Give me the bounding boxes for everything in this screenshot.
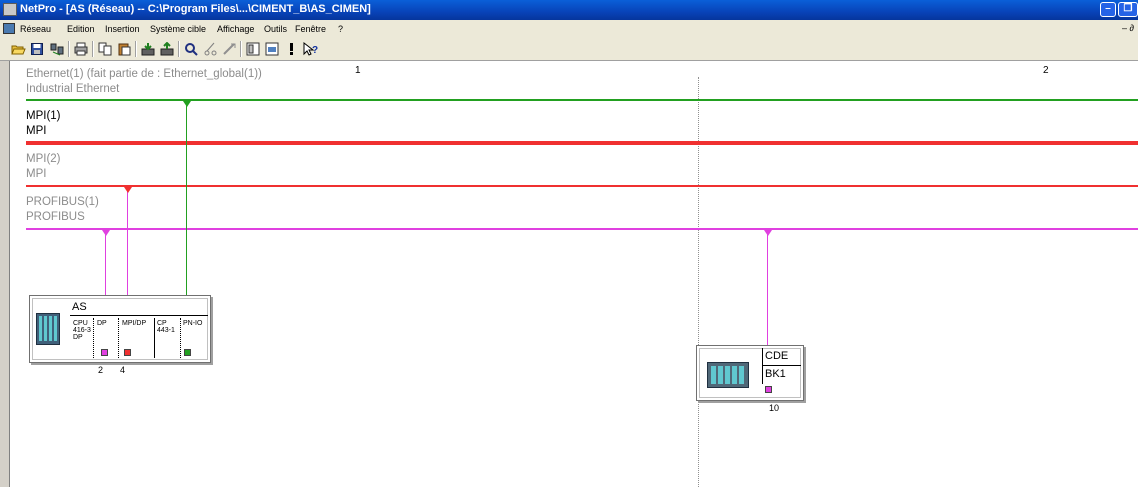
menu-reseau[interactable]: Réseau [20, 24, 51, 34]
ethernet-connection[interactable] [186, 101, 187, 297]
menu-insertion[interactable]: Insertion [105, 24, 140, 34]
network-name: PROFIBUS(1) [26, 196, 99, 208]
toolbar-separator [135, 41, 137, 57]
station-icon[interactable] [265, 42, 280, 56]
toolbar-separator [92, 41, 94, 57]
column-header-2: 2 [1043, 65, 1049, 76]
mpi-interface-port[interactable] [124, 349, 131, 356]
network-name: Ethernet(1) (fait partie de : Ethernet_g… [26, 68, 262, 80]
column-divider [698, 77, 699, 487]
profibus-connection-marker [102, 230, 110, 236]
mdi-window-controls[interactable]: – ∂ [1122, 23, 1134, 33]
mpi1-bus-line[interactable] [26, 141, 1138, 145]
help-icon[interactable]: ? [303, 42, 318, 56]
ethernet-bus-line[interactable] [26, 99, 1138, 101]
module-dp[interactable]: DP [97, 320, 107, 327]
mpi2-connection-marker [124, 187, 132, 193]
toolbar: ? [0, 38, 1138, 61]
menu-fenetre[interactable]: Fenêtre [295, 24, 326, 34]
network-type: MPI [26, 125, 47, 137]
save-icon[interactable] [30, 42, 45, 56]
config-icon[interactable] [246, 42, 261, 56]
upload-icon[interactable] [160, 42, 175, 56]
profibus-connection-as[interactable] [105, 230, 106, 297]
station-cde-bk1[interactable]: CDE BK1 [696, 345, 804, 401]
network-type: PROFIBUS [26, 211, 85, 223]
profibus-bus-line[interactable] [26, 228, 1138, 230]
column-header-1: 1 [355, 65, 361, 76]
station-name-line2: BK1 [765, 368, 786, 380]
minimize-button[interactable]: – [1100, 2, 1116, 17]
module-slot-divider [93, 318, 94, 358]
toolbar-separator [240, 41, 242, 57]
module-slot-divider [154, 318, 155, 358]
menu-affichage[interactable]: Affichage [217, 24, 254, 34]
diagnostic-icon[interactable] [184, 42, 199, 56]
module-pn-io[interactable]: PN-IO [183, 320, 202, 327]
restore-button[interactable]: ❐ [1118, 2, 1138, 17]
mpi2-connection[interactable] [127, 187, 128, 297]
menu-bar: Réseau Edition Insertion Système cible A… [0, 20, 1138, 38]
network-type: Industrial Ethernet [26, 83, 120, 95]
paste-icon[interactable] [117, 42, 132, 56]
title-bar: NetPro - [AS (Réseau) -- C:\Program File… [0, 0, 1138, 20]
toolbar-separator [178, 41, 180, 57]
s7-400-rack-icon [36, 313, 60, 345]
profibus-address: 10 [769, 403, 780, 413]
station-name-divider [763, 365, 801, 366]
window-title: NetPro - [AS (Réseau) -- C:\Program File… [20, 3, 371, 15]
open-icon[interactable] [11, 42, 26, 56]
module-cpu-416[interactable]: CPU 416-3 DP [73, 320, 91, 341]
document-icon[interactable] [3, 23, 15, 34]
profibus-connection-cde[interactable] [767, 230, 768, 347]
menu-help[interactable]: ? [338, 24, 343, 34]
copy-icon[interactable] [98, 42, 113, 56]
mpi2-bus-line[interactable] [26, 185, 1138, 187]
slot-address-4: 4 [120, 365, 126, 375]
station-name: AS [72, 301, 87, 313]
module-slot-divider [118, 318, 119, 358]
netpro-app-icon[interactable] [3, 3, 17, 16]
network-name: MPI(1) [26, 110, 61, 122]
menu-systeme-cible[interactable]: Système cible [150, 24, 206, 34]
module-slot-divider [180, 318, 181, 358]
menu-outils[interactable]: Outils [264, 24, 287, 34]
cut-icon[interactable] [203, 42, 218, 56]
download-icon[interactable] [141, 42, 156, 56]
paste2-icon[interactable] [222, 42, 237, 56]
station-as[interactable]: AS CPU 416-3 DP DP MPI/DP CP 443-1 PN-IO [29, 295, 211, 363]
left-panel-edge [0, 61, 9, 487]
toolbar-separator [68, 41, 70, 57]
profibus-interface-port[interactable] [101, 349, 108, 356]
station-divider [762, 348, 763, 384]
network-name: MPI(2) [26, 153, 61, 165]
svg-text:?: ? [312, 45, 318, 56]
module-mpi-dp[interactable]: MPI/DP [122, 320, 146, 327]
network-view-canvas[interactable]: 1 2 Ethernet(1) (fait partie de : Ethern… [9, 61, 1138, 487]
slot-address-2: 2 [98, 365, 104, 375]
print-icon[interactable] [74, 42, 89, 56]
station-name-line1: CDE [765, 350, 789, 362]
menu-edition[interactable]: Edition [67, 24, 95, 34]
network-icon[interactable] [50, 42, 65, 56]
ethernet-interface-port[interactable] [184, 349, 191, 356]
error-icon[interactable] [284, 42, 299, 56]
network-type: MPI [26, 168, 47, 180]
module-header-divider [70, 315, 208, 316]
profibus-connection-marker [764, 230, 772, 236]
s7-300-rack-icon [707, 362, 749, 388]
module-cp-443-1[interactable]: CP 443-1 [157, 320, 175, 334]
profibus-interface-port[interactable] [765, 386, 772, 393]
ethernet-connection-marker [183, 101, 191, 107]
